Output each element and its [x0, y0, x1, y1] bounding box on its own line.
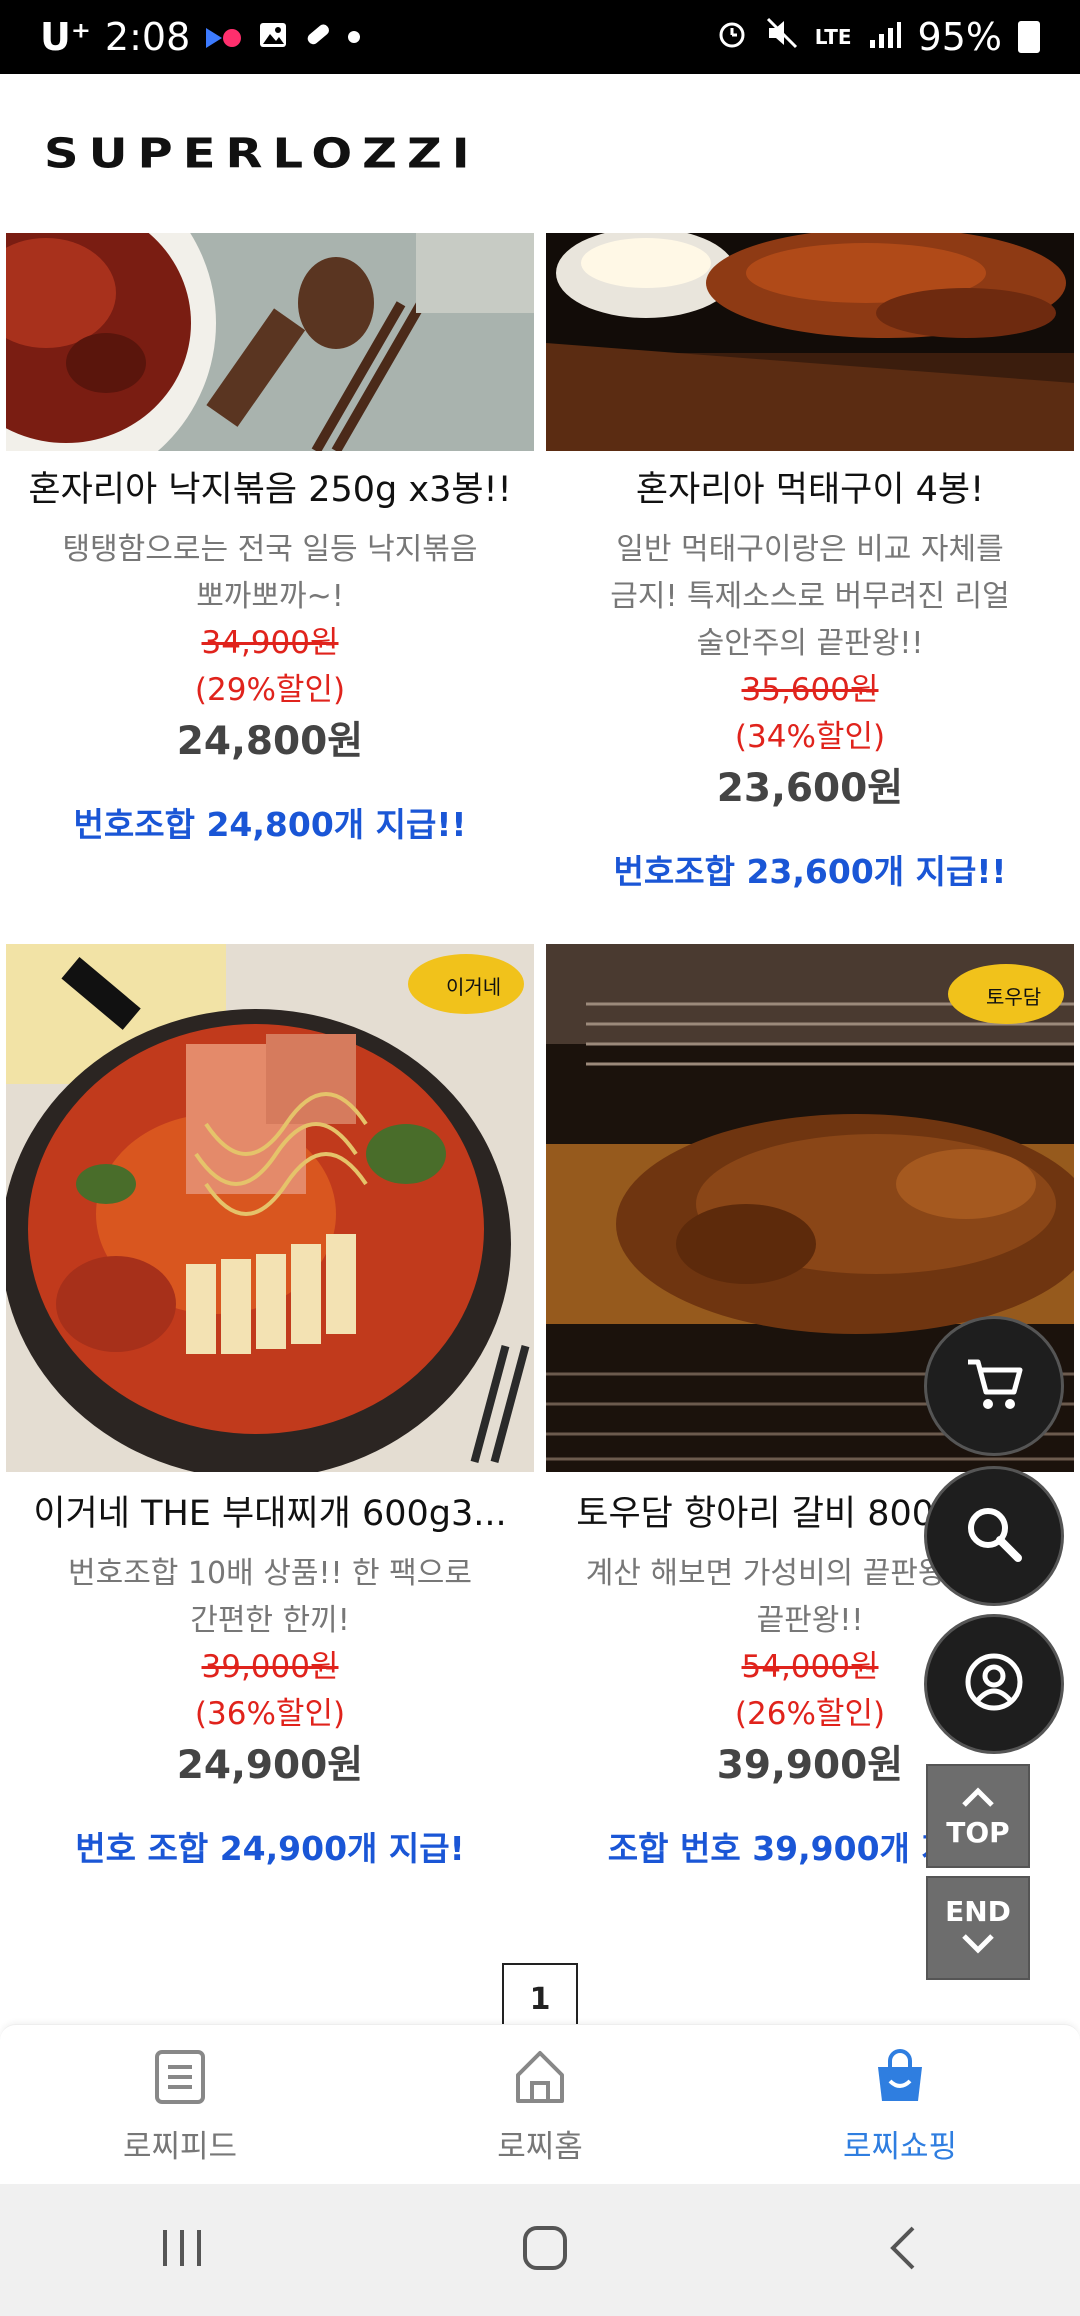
cart-button[interactable] [924, 1316, 1064, 1456]
product-description-line: 일반 먹태구이랑은 비교 자체를 [616, 532, 1004, 567]
product-description-line: 탱탱함으로는 전국 일등 낙지볶음 [62, 532, 478, 567]
feed-icon [152, 2047, 208, 2111]
carrier-label: U⁺ [40, 15, 91, 59]
original-price: 34,900원 [201, 625, 339, 661]
original-price: 39,000원 [201, 1649, 339, 1685]
mute-icon [765, 15, 799, 59]
system-navigation-bar [0, 2184, 1080, 2316]
promo-text: 번호조합 24,800개 지급!! [73, 805, 467, 844]
user-icon [962, 1650, 1026, 1718]
product-card[interactable]: 혼자리아 낙지볶음 250g x3봉!! 탱탱함으로는 전국 일등 낙지볶음 뽀… [6, 462, 534, 850]
home-system-icon[interactable] [520, 2223, 570, 2277]
search-icon [962, 1502, 1026, 1570]
battery-percent: 95% [917, 15, 1002, 59]
end-label: END [945, 1895, 1011, 1928]
cart-icon [962, 1352, 1026, 1420]
notification-dot-icon [348, 31, 361, 43]
nav-label: 로찌피드 [122, 2129, 238, 2165]
svg-text:토우담: 토우담 [986, 985, 1041, 1009]
product-image[interactable]: 이거네 [6, 944, 534, 1472]
chevron-up-icon [960, 1783, 996, 1816]
product-image[interactable] [6, 233, 534, 451]
recent-apps-icon[interactable] [157, 2226, 207, 2274]
sale-price: 23,600원 [716, 766, 904, 811]
scroll-end-button[interactable]: END [926, 1876, 1030, 1980]
product-description-line: 번호조합 10배 상품!! 한 팩으로 [68, 1556, 472, 1591]
discount-rate: (36%할인) [194, 1696, 346, 1732]
product-description-line: 뽀까뽀까~! [196, 579, 344, 614]
shopping-bag-icon [872, 2047, 928, 2111]
nav-item-feed[interactable]: 로찌피드 [80, 2047, 280, 2166]
discount-rate: (29%할인) [194, 672, 346, 708]
nav-label: 로찌쇼핑 [842, 2129, 958, 2165]
product-description-line: 술안주의 끝판왕!! [696, 626, 924, 661]
battery-icon [1018, 21, 1040, 53]
product-description-line: 금지! 특제소스로 버무려진 리얼 [610, 579, 1010, 614]
messenger-icon [204, 15, 244, 59]
product-card[interactable]: 이거네 THE 부대찌개 600g3... 번호조합 10배 상품!! 한 팩으… [6, 1486, 534, 1874]
product-description-line: 간편한 한끼! [190, 1603, 350, 1638]
home-icon [512, 2047, 568, 2111]
svg-text:이거네: 이거네 [446, 975, 501, 999]
product-title[interactable]: 이거네 THE 부대찌개 600g3... [6, 1486, 534, 1542]
clock: 2:08 [104, 15, 191, 59]
top-label: TOP [946, 1816, 1010, 1849]
product-title[interactable]: 혼자리아 낙지볶음 250g x3봉!! [6, 462, 534, 518]
discount-rate: (34%할인) [734, 719, 886, 755]
promo-text: 번호 조합 24,900개 지급! [75, 1829, 465, 1868]
product-card[interactable]: 혼자리아 먹태구이 4봉! 일반 먹태구이랑은 비교 자체를 금지! 특제소스로… [546, 462, 1074, 897]
back-icon[interactable] [883, 2223, 923, 2277]
product-image[interactable] [546, 233, 1074, 451]
chevron-down-icon [960, 1928, 996, 1961]
app-header: SUPERLOZZI [0, 74, 1080, 234]
network-type: LTE [814, 25, 852, 49]
search-button[interactable] [924, 1466, 1064, 1606]
signal-icon [868, 15, 902, 59]
promo-text: 번호조합 23,600개 지급!! [613, 852, 1007, 891]
alarm-icon [715, 15, 749, 59]
original-price: 35,600원 [741, 672, 879, 708]
status-bar: U⁺ 2:08 LTE 95% [0, 0, 1080, 74]
superlozzi-logo[interactable]: SUPERLOZZI [44, 130, 480, 178]
nav-label: 로찌홈 [497, 2129, 583, 2165]
gallery-icon [258, 15, 288, 59]
sale-price: 24,800원 [176, 719, 364, 764]
nav-item-home[interactable]: 로찌홈 [440, 2047, 640, 2166]
pill-icon [302, 15, 334, 59]
my-page-button[interactable] [924, 1614, 1064, 1754]
sale-price: 24,900원 [176, 1743, 364, 1788]
product-title[interactable]: 혼자리아 먹태구이 4봉! [546, 462, 1074, 518]
nav-item-shopping[interactable]: 로찌쇼핑 [800, 2047, 1000, 2166]
bottom-navigation: 로찌피드 로찌홈 로찌쇼핑 [0, 2024, 1080, 2184]
scroll-top-button[interactable]: TOP [926, 1764, 1030, 1868]
